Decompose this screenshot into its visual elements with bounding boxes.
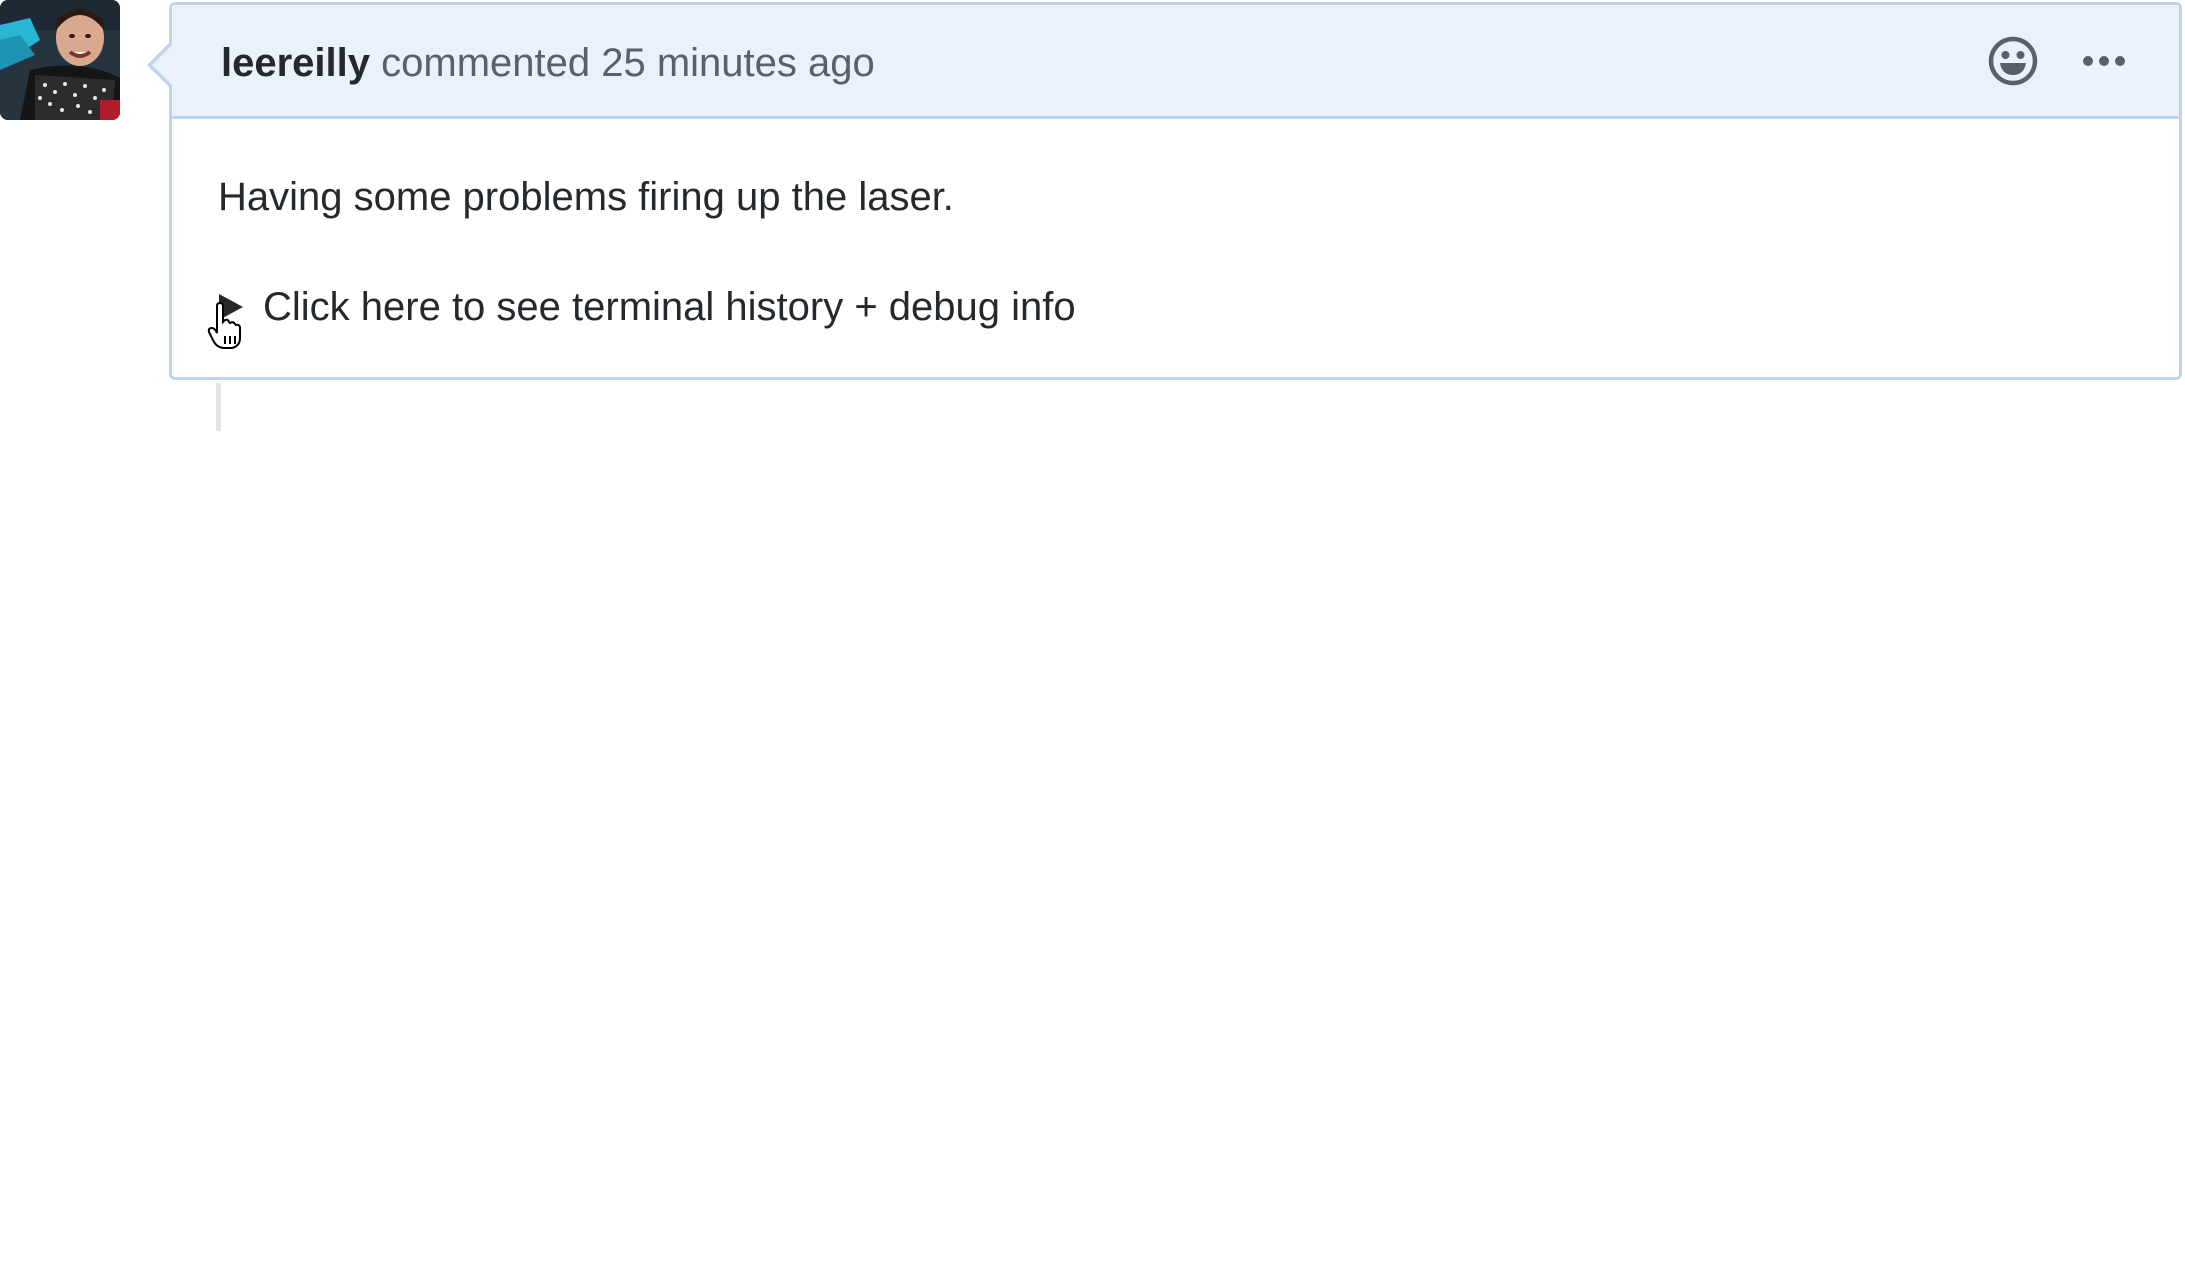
kebab-horizontal-icon[interactable] <box>2083 35 2125 87</box>
comment-text: Having some problems firing up the laser… <box>218 175 954 219</box>
dot <box>2083 56 2093 66</box>
dot <box>2099 56 2109 66</box>
author-link[interactable]: leereilly <box>221 41 370 85</box>
avatar[interactable] <box>0 0 120 120</box>
details-summary-label[interactable]: Click here to see terminal history + deb… <box>263 279 1076 335</box>
comment-box: leereilly commented 25 minutes ago Havin… <box>147 2 2182 380</box>
details-summary[interactable]: Click here to see terminal history + deb… <box>218 279 1076 335</box>
dot <box>2115 56 2125 66</box>
timeline-connector <box>216 383 221 431</box>
triangle-right-icon[interactable] <box>219 294 243 320</box>
comment-actions <box>1987 35 2125 87</box>
comment-heading: leereilly commented 25 minutes ago <box>221 35 875 91</box>
comment-timestamp[interactable]: commented 25 minutes ago <box>370 41 875 85</box>
page: leereilly commented 25 minutes ago Havin… <box>0 0 2185 1282</box>
comment-header: leereilly commented 25 minutes ago <box>172 5 2179 119</box>
avatar-image <box>0 0 120 120</box>
comment-caret-fill <box>152 44 173 86</box>
smiley-icon[interactable] <box>1987 35 2039 87</box>
